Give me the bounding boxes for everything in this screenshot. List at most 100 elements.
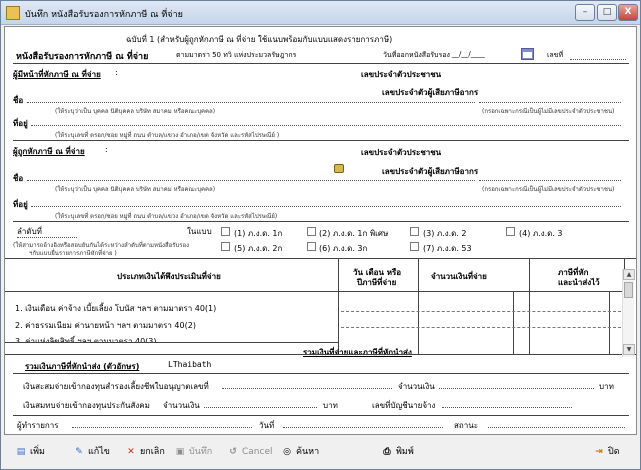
- pension-amount-label: จำนวนเงิน: [398, 382, 435, 391]
- form-area: ฉบับที่ 1 (สำหรับผู้ถูกหักภาษี ณ ที่จ่าย…: [4, 26, 637, 435]
- pnd3a-checkbox[interactable]: [307, 242, 316, 251]
- order-note-2: ฯกับแบบยื่นรายการภาษีหักที่จ่าย ): [29, 250, 117, 257]
- payer-taxno-hint: (กรอกเฉพาะกรณีเป็นผู้ไม่มีเลขประจำตัวประ…: [482, 108, 615, 115]
- issue-date-label: วันที่ออกหนังสือรับรอง: [383, 51, 450, 59]
- payer-taxno-label: เลขประจำตัวผู้เสียภาษีอากร: [382, 88, 479, 97]
- pension-license-field[interactable]: [222, 388, 392, 389]
- scroll-thumb[interactable]: [624, 282, 633, 298]
- payee-taxno-label: เลขประจำตัวผู้เสียภาษีอากร: [382, 167, 479, 176]
- save-icon: ▣: [175, 447, 185, 457]
- pnd2-checkbox[interactable]: [410, 227, 419, 236]
- payee-taxid-label: เลขประจำตัวประชาชน: [361, 148, 442, 157]
- date-header-2: ปีภาษีที่จ่าย: [357, 278, 397, 287]
- table-top-border: [5, 258, 636, 259]
- ss-amount-field[interactable]: [204, 407, 317, 408]
- payer-taxid-label: เลขประจำตัวประชาชน: [361, 70, 442, 79]
- preparer-field[interactable]: [72, 427, 252, 428]
- close-button[interactable]: ⇥ ปิด: [593, 442, 619, 464]
- issue-date-field[interactable]: __/__/____: [452, 50, 485, 58]
- order-field[interactable]: [17, 237, 77, 238]
- app-window: บันทึก หนังสือรับรองการหักภาษี ณ ที่จ่าย…: [0, 0, 641, 470]
- pnd1a-label: (1) ภ.ง.ด. 1ก: [234, 229, 283, 238]
- table-scrollbar[interactable]: ▲ ▼: [622, 269, 635, 357]
- table-row-border: [5, 342, 338, 343]
- payee-name-hint: (ให้ระบุว่าเป็น บุคคล นิติบุคคล บริษัท ส…: [55, 186, 216, 193]
- signoff-date-field[interactable]: [283, 427, 443, 428]
- undo-icon: ↺: [229, 447, 237, 457]
- calendar-icon[interactable]: [521, 48, 534, 60]
- col-divider: [513, 291, 514, 354]
- pnd3a-label: (6) ภ.ง.ด. 3ก: [319, 244, 368, 253]
- cancel-label: Cancel: [242, 447, 273, 457]
- payee-colon: :: [105, 145, 108, 154]
- preparer-label: ผู้ทำรายการ: [17, 421, 59, 430]
- table-total-label: รวมเงินที่จ่ายและภาษีที่หักนำส่ง: [303, 348, 412, 357]
- edit-label: แก้ไข: [88, 447, 110, 457]
- payee-taxno-field[interactable]: [479, 180, 621, 181]
- ss-label: เงินสมทบจ่ายเข้ากองทุนประกันสังคม: [23, 401, 150, 410]
- form-subtitle: ตามมาตรา 50 ทวิ แห่งประมวลรัษฎากร: [176, 51, 297, 59]
- total-text-label: รวมเงินภาษีที่หักนำส่ง (ตัวอักษร): [25, 362, 140, 371]
- divider: [13, 373, 629, 374]
- maximize-button[interactable]: □: [597, 4, 617, 21]
- minimize-button[interactable]: –: [575, 4, 595, 21]
- pension-amount-field[interactable]: [439, 388, 594, 389]
- col-divider: [609, 291, 610, 354]
- pnd2a-checkbox[interactable]: [221, 242, 230, 251]
- payer-name-field[interactable]: [27, 102, 475, 103]
- pnd1a-special-checkbox[interactable]: [307, 227, 316, 236]
- number-field[interactable]: [570, 59, 626, 60]
- divider: [13, 140, 629, 141]
- payee-name-label: ชื่อ: [13, 174, 24, 183]
- scroll-up-icon[interactable]: ▲: [623, 269, 635, 280]
- print-label: พิมพ์: [396, 447, 414, 457]
- payer-address-label: ที่อยู่: [13, 119, 28, 128]
- binoculars-icon: ◎: [283, 447, 291, 457]
- print-button[interactable]: ⎙ พิมพ์: [381, 442, 414, 464]
- pnd1a-checkbox[interactable]: [221, 227, 230, 236]
- payer-colon: :: [115, 68, 118, 77]
- exit-icon: ⇥: [595, 447, 603, 457]
- col-divider: [418, 258, 419, 354]
- income-row-3: 3. ค่าแห่งลิขสิทธิ์ ฯลฯ ตามมาตรา 40(3): [15, 337, 157, 342]
- save-button[interactable]: ▣ บันทึก: [174, 442, 213, 464]
- pension-baht-label: บาท: [599, 382, 614, 391]
- cancel-doc-label: ยกเลิก: [140, 447, 165, 457]
- payee-section-label: ผู้ถูกหักภาษี ณ ที่จ่าย: [13, 147, 85, 156]
- pnd2a-label: (5) ภ.ง.ด. 2ก: [234, 244, 283, 253]
- add-label: เพิ่ม: [30, 447, 45, 457]
- edit-button[interactable]: ✎ แก้ไข: [73, 442, 110, 464]
- payer-name-label: ชื่อ: [13, 96, 24, 105]
- divider: [13, 415, 629, 416]
- add-button[interactable]: ▤ เพิ่ม: [15, 442, 45, 464]
- search-button[interactable]: ◎ ค้นหา: [281, 442, 319, 464]
- scroll-down-icon[interactable]: ▼: [623, 344, 635, 355]
- close-window-button[interactable]: X: [618, 4, 638, 21]
- title-bar: บันทึก หนังสือรับรองการหักภาษี ณ ที่จ่าย…: [1, 1, 640, 25]
- employer-account-field[interactable]: [442, 407, 572, 408]
- window-title: บันทึก หนังสือรับรองการหักภาษี ณ ที่จ่าย: [25, 10, 183, 20]
- payee-address-field[interactable]: [31, 206, 621, 207]
- pnd2-label: (3) ภ.ง.ด. 2: [423, 229, 467, 238]
- edit-icon: ✎: [75, 447, 83, 457]
- payee-name-field[interactable]: [27, 180, 475, 181]
- pnd3-checkbox[interactable]: [506, 227, 515, 236]
- payer-address-field[interactable]: [31, 125, 621, 126]
- cancel-button[interactable]: ↺ Cancel: [227, 442, 273, 464]
- pension-label: เงินสะสมจ่ายเข้ากองทุนสำรองเลี้ยงชีพใบอน…: [23, 382, 209, 391]
- pnd53-checkbox[interactable]: [410, 242, 419, 251]
- col-divider: [338, 258, 339, 354]
- status-field[interactable]: [488, 427, 625, 428]
- income-type-header: ประเภทเงินได้พึงประเมินที่จ่าย: [117, 272, 221, 281]
- payer-address-hint: (ให้ระบุเลขที่ ตรอก/ซอย หมู่ที่ ถนน ตำบล…: [55, 132, 280, 139]
- cancel-doc-button[interactable]: ✕ ยกเลิก: [125, 442, 165, 464]
- total-text-value[interactable]: LThaibath: [168, 360, 211, 369]
- pick-hand-icon[interactable]: [334, 164, 344, 173]
- delete-icon: ✕: [127, 447, 135, 457]
- amount-header: จำนวนเงินที่จ่าย: [431, 272, 487, 281]
- ss-baht-label: บาท: [323, 401, 338, 410]
- save-label: บันทึก: [189, 447, 213, 457]
- divider: [13, 63, 629, 64]
- income-row-2: 2. ค่าธรรมเนียม ค่านายหน้า ฯลฯ ตามมาตรา …: [15, 321, 196, 330]
- payer-taxno-field[interactable]: [479, 102, 621, 103]
